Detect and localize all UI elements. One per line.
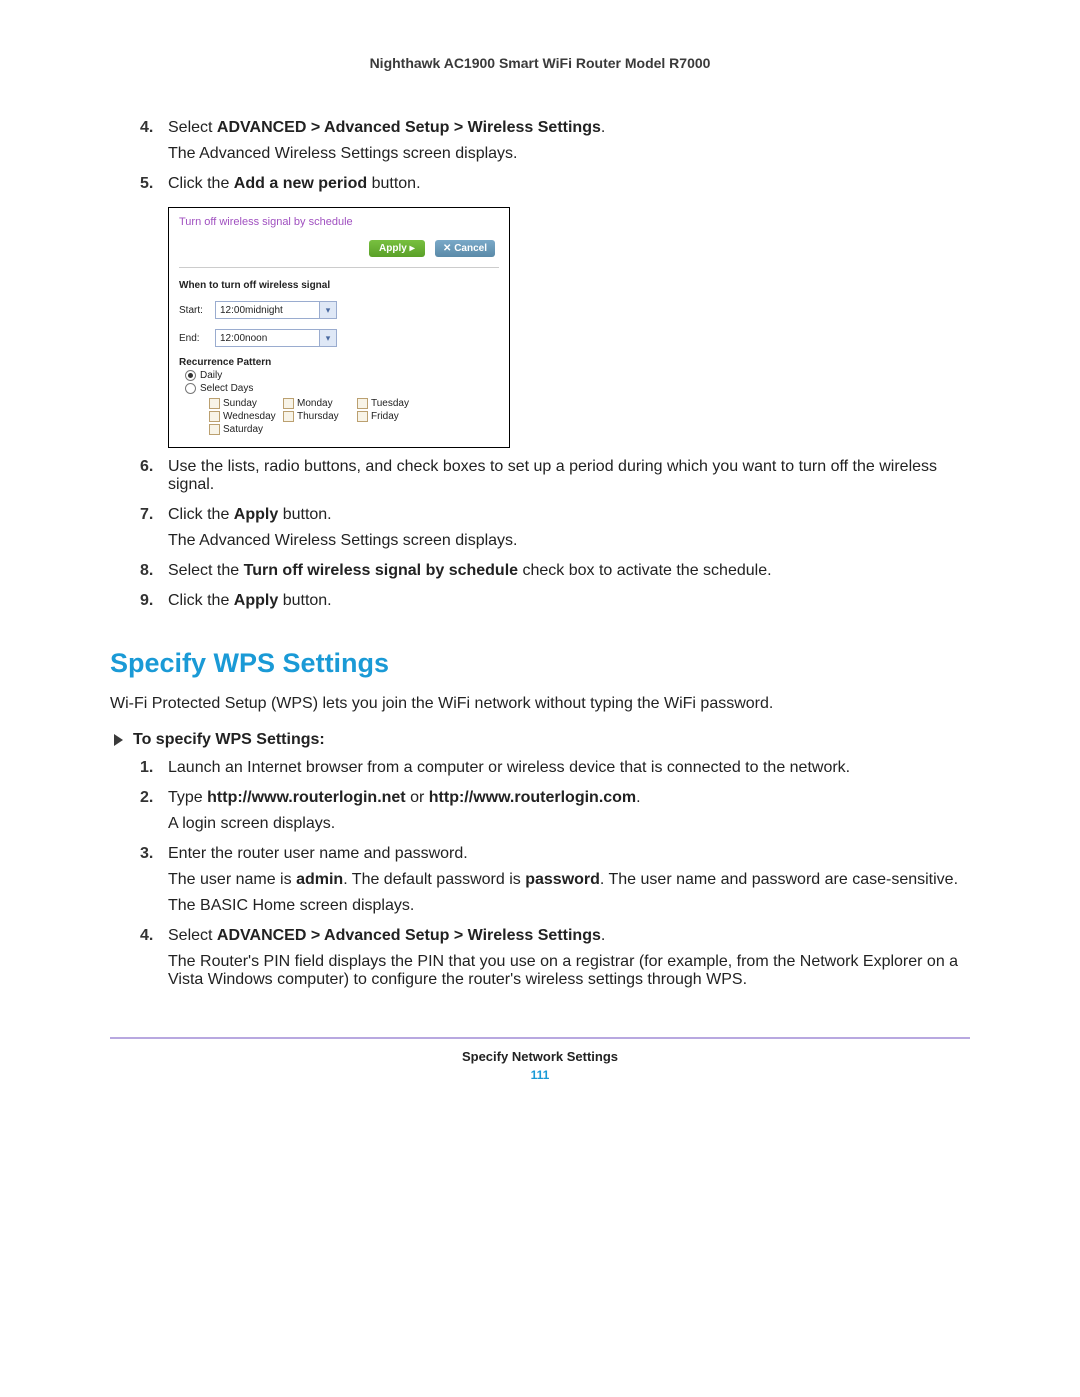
t: http://www.routerlogin.net [207,789,406,806]
cancel-button[interactable]: ✕ Cancel [435,240,495,257]
checkbox-thursday[interactable] [283,411,294,422]
t: Type [168,789,207,806]
day: Saturday [223,424,263,435]
t: password [525,871,600,888]
checkbox-saturday[interactable] [209,424,220,435]
chevron-down-icon: ▾ [319,330,336,346]
t: The Advanced Wireless Settings screen di… [168,145,970,163]
day: Thursday [297,411,339,422]
page-header: Nighthawk AC1900 Smart WiFi Router Model… [110,55,970,71]
t: Enter the router user name and password. [168,845,970,863]
t: Add a new period [234,175,367,192]
step-number: 1. [140,759,168,785]
t: admin [296,871,343,888]
radio-selectdays[interactable] [185,383,196,394]
step-number: 7. [140,506,168,558]
t: button. [278,592,331,609]
t: The BASIC Home screen displays. [168,897,970,915]
chevron-right-icon [114,734,123,746]
apply-button[interactable]: Apply ▸ [369,240,425,257]
t: . The user name and password are case-se… [600,871,958,888]
step-9: 9. Click the Apply button. [140,592,970,618]
t: . [601,119,605,136]
step-number: 8. [140,562,168,588]
t: http://www.routerlogin.com [429,789,636,806]
t: or [406,789,429,806]
checkbox-sunday[interactable] [209,398,220,409]
t: The Advanced Wireless Settings screen di… [168,532,970,550]
when-label: When to turn off wireless signal [169,280,509,301]
step-number: 5. [140,175,168,201]
procedure-heading: To specify WPS Settings: [110,731,970,749]
t: . [601,927,605,944]
section-heading-wps: Specify WPS Settings [110,648,970,679]
recur-label: Recurrence Pattern [169,357,509,370]
t: check box to activate the schedule. [518,562,771,579]
footer-section: Specify Network Settings [110,1049,970,1064]
day: Sunday [223,398,257,409]
t: Launch an Internet browser from a comput… [168,759,970,777]
checkbox-friday[interactable] [357,411,368,422]
day: Tuesday [371,398,409,409]
wps-step-1: 1. Launch an Internet browser from a com… [140,759,970,785]
checkbox-wednesday[interactable] [209,411,220,422]
days-group: Sunday Monday Tuesday Wednesday Thursday… [169,396,509,447]
step-8: 8. Select the Turn off wireless signal b… [140,562,970,588]
step-6: 6. Use the lists, radio buttons, and che… [140,458,970,502]
t: Apply [234,506,278,523]
end-value: 12:00noon [216,333,319,344]
day: Monday [297,398,333,409]
t: Click the [168,175,234,192]
t: button. [278,506,331,523]
step-number: 3. [140,845,168,923]
t: Apply [234,592,278,609]
step-number: 6. [140,458,168,502]
t: Use the lists, radio buttons, and check … [168,458,970,494]
checkbox-tuesday[interactable] [357,398,368,409]
t: Turn off wireless signal by schedule [244,562,518,579]
step-4: 4. Select ADVANCED > Advanced Setup > Wi… [140,119,970,171]
t: Click the [168,592,234,609]
start-value: 12:00midnight [216,305,319,316]
start-select[interactable]: 12:00midnight ▾ [215,301,337,319]
wps-intro: Wi-Fi Protected Setup (WPS) lets you joi… [110,695,970,713]
t: . The default password is [343,871,525,888]
step-number: 2. [140,789,168,841]
wps-step-3: 3. Enter the router user name and passwo… [140,845,970,923]
end-select[interactable]: 12:00noon ▾ [215,329,337,347]
radio-selectdays-label: Select Days [200,383,253,394]
footer-divider [110,1037,970,1039]
t: ADVANCED > Advanced Setup > Wireless Set… [217,119,601,136]
dialog-title: Turn off wireless signal by schedule [169,208,509,238]
day: Wednesday [223,411,276,422]
wps-step-2: 2. Type http://www.routerlogin.net or ht… [140,789,970,841]
t: Select [168,927,217,944]
step-number: 4. [140,119,168,171]
step-number: 4. [140,927,168,997]
t: Select [168,119,217,136]
day: Friday [371,411,399,422]
t: The user name is [168,871,296,888]
procedure-title: To specify WPS Settings: [133,731,325,749]
chevron-down-icon: ▾ [319,302,336,318]
t: The Router's PIN field displays the PIN … [168,953,970,989]
footer-page-number: 111 [110,1068,970,1082]
step-5: 5. Click the Add a new period button. [140,175,970,201]
step-number: 9. [140,592,168,618]
step-7: 7. Click the Apply button. The Advanced … [140,506,970,558]
schedule-dialog: Turn off wireless signal by schedule App… [168,207,510,448]
radio-daily-label: Daily [200,370,222,381]
document-page: Nighthawk AC1900 Smart WiFi Router Model… [0,0,1080,1112]
t: ADVANCED > Advanced Setup > Wireless Set… [217,927,601,944]
wps-step-4: 4. Select ADVANCED > Advanced Setup > Wi… [140,927,970,997]
start-label: Start: [179,305,209,316]
t: A login screen displays. [168,815,970,833]
t: . [636,789,640,806]
end-label: End: [179,333,209,344]
radio-daily[interactable] [185,370,196,381]
t: button. [367,175,420,192]
t: Select the [168,562,244,579]
t: Click the [168,506,234,523]
checkbox-monday[interactable] [283,398,294,409]
